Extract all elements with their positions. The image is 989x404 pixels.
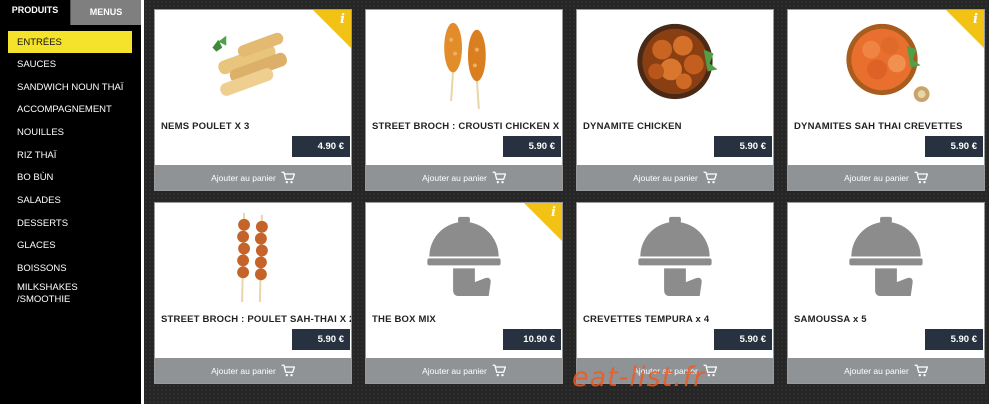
tab-menus[interactable]: MENUS	[70, 0, 141, 25]
product-grid: i NEMS POULET X 3 4.90 € Ajouter au pani…	[144, 0, 989, 404]
info-badge[interactable]	[524, 203, 562, 241]
product-price: 5.90 €	[714, 329, 772, 350]
info-badge[interactable]	[946, 10, 984, 48]
product-card[interactable]: SAMOUSSA x 5 5.90 € Ajouter au panier	[787, 202, 985, 384]
cart-icon	[914, 364, 928, 377]
product-price: 5.90 €	[292, 329, 350, 350]
category-item[interactable]: RIZ THAÏ	[8, 144, 132, 167]
product-price: 5.90 €	[925, 136, 983, 157]
add-to-cart-button[interactable]: Ajouter au panier	[366, 358, 562, 383]
add-to-cart-label: Ajouter au panier	[422, 172, 487, 183]
category-item[interactable]: GLACES	[8, 235, 132, 258]
product-image[interactable]	[788, 203, 984, 313]
chicken-skewers-image	[237, 212, 268, 302]
cart-icon	[281, 171, 295, 184]
category-item[interactable]: NOUILLES	[8, 121, 132, 144]
add-to-cart-button[interactable]: Ajouter au panier	[155, 358, 351, 383]
product-price: 10.90 €	[503, 329, 561, 350]
product-name: SAMOUSSA x 5	[794, 314, 867, 325]
product-price: 5.90 €	[714, 136, 772, 157]
cloche-placeholder-icon	[638, 216, 712, 297]
category-item[interactable]: SANDWICH NOUN THAÏ	[8, 76, 132, 99]
product-name: STREET BROCH : CROUSTI CHICKEN X 2	[372, 121, 563, 132]
cart-icon	[492, 171, 506, 184]
product-image[interactable]	[155, 203, 351, 313]
product-name: DYNAMITES SAH THAI CREVETTES	[794, 121, 963, 132]
add-to-cart-button[interactable]: Ajouter au panier	[788, 165, 984, 190]
category-item[interactable]: ENTRÉES	[8, 31, 132, 53]
product-card[interactable]: DYNAMITE CHICKEN 5.90 € Ajouter au panie…	[576, 9, 774, 191]
product-image[interactable]	[577, 10, 773, 120]
add-to-cart-label: Ajouter au panier	[211, 365, 276, 376]
product-price: 4.90 €	[292, 136, 350, 157]
category-sidebar: PRODUITS MENUS ENTRÉES SAUCES SANDWICH NOU…	[0, 0, 141, 404]
product-image[interactable]	[577, 203, 773, 313]
category-item[interactable]: DESSERTS	[8, 212, 132, 235]
category-item[interactable]: SALADES	[8, 189, 132, 212]
product-card[interactable]: STREET BROCH : POULET SAH-THAI X 2 5.90 …	[154, 202, 352, 384]
product-card[interactable]: i NEMS POULET X 3 4.90 € Ajouter au pani…	[154, 9, 352, 191]
cart-icon	[281, 364, 295, 377]
product-card[interactable]: CREVETTES TEMPURA x 4 5.90 € Ajouter au …	[576, 202, 774, 384]
add-to-cart-button[interactable]: Ajouter au panier	[577, 165, 773, 190]
product-card[interactable]: i THE BOX MIX 10.90 € Ajouter au panier	[365, 202, 563, 384]
cart-icon	[703, 171, 717, 184]
info-icon[interactable]: i	[973, 12, 978, 27]
product-price: 5.90 €	[503, 136, 561, 157]
info-icon[interactable]: i	[340, 12, 345, 27]
category-item[interactable]: BOISSONS	[8, 257, 132, 280]
product-name: NEMS POULET X 3	[161, 121, 250, 132]
category-list: ENTRÉES SAUCES SANDWICH NOUN THAÏ ACCOMPAGN…	[8, 31, 132, 310]
product-name: DYNAMITE CHICKEN	[583, 121, 682, 132]
add-to-cart-button[interactable]: Ajouter au panier	[788, 358, 984, 383]
watermark: eat-list.fr	[572, 362, 706, 393]
info-badge[interactable]	[313, 10, 351, 48]
category-item[interactable]: SAUCES	[8, 53, 132, 76]
info-icon[interactable]: i	[551, 205, 556, 220]
add-to-cart-label: Ajouter au panier	[844, 365, 909, 376]
add-to-cart-button[interactable]: Ajouter au panier	[155, 165, 351, 190]
category-item[interactable]: BO BÙN	[8, 166, 132, 189]
category-item[interactable]: ACCOMPAGNEMENT	[8, 98, 132, 121]
product-name: STREET BROCH : POULET SAH-THAI X 2	[161, 314, 352, 325]
product-card[interactable]: i DYNAMITES SAH THAI CREVETTES 5.90 € Aj…	[787, 9, 985, 191]
add-to-cart-button[interactable]: Ajouter au panier	[366, 165, 562, 190]
cart-icon	[914, 171, 928, 184]
crispy-chicken-skewers-image	[444, 22, 486, 110]
product-name: CREVETTES TEMPURA x 4	[583, 314, 710, 325]
add-to-cart-label: Ajouter au panier	[211, 172, 276, 183]
add-to-cart-label: Ajouter au panier	[633, 172, 698, 183]
product-card[interactable]: STREET BROCH : CROUSTI CHICKEN X 2 5.90 …	[365, 9, 563, 191]
product-name: THE BOX MIX	[372, 314, 436, 325]
fried-chicken-bowl-image	[637, 23, 718, 100]
category-item[interactable]: MILKSHAKES /SMOOTHIE	[8, 280, 132, 310]
cart-icon	[492, 364, 506, 377]
add-to-cart-label: Ajouter au panier	[422, 365, 487, 376]
cloche-placeholder-icon	[849, 216, 923, 297]
add-to-cart-label: Ajouter au panier	[844, 172, 909, 183]
product-image[interactable]	[366, 10, 562, 120]
tab-products[interactable]: PRODUITS	[0, 0, 70, 25]
product-price: 5.90 €	[925, 329, 983, 350]
